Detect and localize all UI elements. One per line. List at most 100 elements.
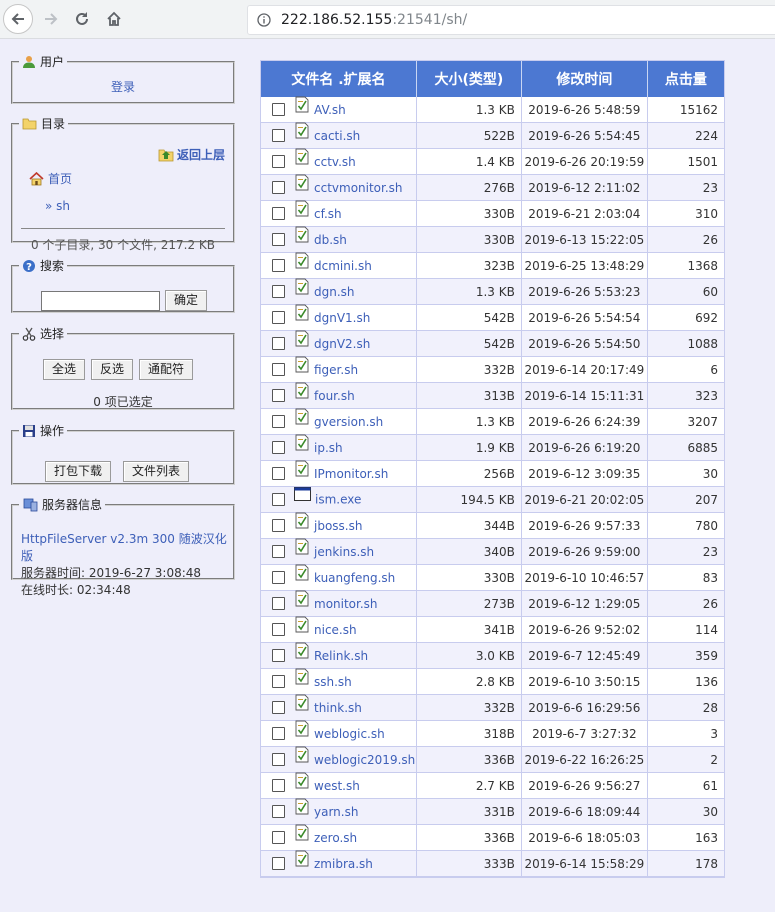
go-up-link[interactable]: 返回上层 [158, 146, 225, 163]
file-link[interactable]: weblogic2019.sh [314, 753, 415, 767]
login-link[interactable]: 登录 [111, 80, 135, 94]
table-row[interactable]: weblogic.sh 318B 2019-6-7 3:27:32 3 [261, 720, 724, 747]
row-checkbox[interactable] [272, 831, 285, 844]
header-hits[interactable]: 点击量 [647, 61, 724, 97]
file-link[interactable]: zmibra.sh [314, 857, 373, 871]
current-dir-link[interactable]: » sh [45, 199, 70, 213]
row-checkbox[interactable] [272, 779, 285, 792]
wildcard-button[interactable]: 通配符 [139, 359, 194, 380]
table-row[interactable]: dgn.sh 1.3 KB 2019-6-26 5:53:23 60 [261, 278, 724, 305]
row-checkbox[interactable] [272, 571, 285, 584]
table-row[interactable]: jboss.sh 344B 2019-6-26 9:57:33 780 [261, 512, 724, 539]
row-checkbox[interactable] [272, 233, 285, 246]
row-checkbox[interactable] [272, 207, 285, 220]
search-input[interactable] [41, 290, 160, 311]
table-row[interactable]: dcmini.sh 323B 2019-6-25 13:48:29 1368 [261, 252, 724, 279]
file-link[interactable]: think.sh [314, 701, 362, 715]
file-link[interactable]: ssh.sh [314, 675, 352, 689]
file-link[interactable]: jenkins.sh [314, 545, 374, 559]
table-row[interactable]: kuangfeng.sh 330B 2019-6-10 10:46:57 83 [261, 564, 724, 591]
row-checkbox[interactable] [272, 753, 285, 766]
file-link[interactable]: AV.sh [314, 103, 346, 117]
header-name[interactable]: 文件名 .扩展名 [261, 61, 417, 97]
row-checkbox[interactable] [272, 441, 285, 454]
table-row[interactable]: cf.sh 330B 2019-6-21 2:03:04 310 [261, 200, 724, 227]
row-checkbox[interactable] [272, 129, 285, 142]
file-link[interactable]: IPmonitor.sh [314, 467, 388, 481]
table-row[interactable]: cctv.sh 1.4 KB 2019-6-26 20:19:59 1501 [261, 148, 724, 175]
file-link[interactable]: monitor.sh [314, 597, 378, 611]
file-link[interactable]: cacti.sh [314, 129, 360, 143]
table-row[interactable]: figer.sh 332B 2019-6-14 20:17:49 6 [261, 356, 724, 383]
back-button[interactable] [3, 4, 33, 34]
table-row[interactable]: west.sh 2.7 KB 2019-6-26 9:56:27 61 [261, 772, 724, 799]
file-link[interactable]: dcmini.sh [314, 259, 372, 273]
row-checkbox[interactable] [272, 623, 285, 636]
row-checkbox[interactable] [272, 155, 285, 168]
row-checkbox[interactable] [272, 363, 285, 376]
row-checkbox[interactable] [272, 519, 285, 532]
info-icon[interactable] [257, 13, 271, 27]
table-row[interactable]: zmibra.sh 333B 2019-6-14 15:58:29 178 [261, 850, 724, 877]
server-version-link[interactable]: HttpFileServer v2.3m 300 随波汉化版 [21, 532, 227, 563]
file-list-button[interactable]: 文件列表 [123, 461, 190, 482]
row-checkbox[interactable] [272, 259, 285, 272]
row-checkbox[interactable] [272, 311, 285, 324]
row-checkbox[interactable] [272, 727, 285, 740]
file-link[interactable]: yarn.sh [314, 805, 358, 819]
file-link[interactable]: kuangfeng.sh [314, 571, 395, 585]
table-row[interactable]: AV.sh 1.3 KB 2019-6-26 5:48:59 15162 [261, 96, 724, 123]
address-bar[interactable]: 222.186.52.155:21541/sh/ [247, 5, 775, 35]
table-row[interactable]: Relink.sh 3.0 KB 2019-6-7 12:45:49 359 [261, 642, 724, 669]
file-link[interactable]: cctv.sh [314, 155, 356, 169]
table-row[interactable]: four.sh 313B 2019-6-14 15:11:31 323 [261, 382, 724, 409]
file-link[interactable]: dgn.sh [314, 285, 355, 299]
file-link[interactable]: nice.sh [314, 623, 357, 637]
row-checkbox[interactable] [272, 805, 285, 818]
row-checkbox[interactable] [272, 597, 285, 610]
row-checkbox[interactable] [272, 181, 285, 194]
file-link[interactable]: zero.sh [314, 831, 357, 845]
table-row[interactable]: zero.sh 336B 2019-6-6 18:05:03 163 [261, 824, 724, 851]
file-link[interactable]: cf.sh [314, 207, 342, 221]
home-dir-link[interactable]: 首页 [29, 170, 72, 187]
row-checkbox[interactable] [272, 467, 285, 480]
header-modified[interactable]: 修改时间 [521, 61, 648, 97]
table-row[interactable]: db.sh 330B 2019-6-13 15:22:05 26 [261, 226, 724, 253]
row-checkbox[interactable] [272, 545, 285, 558]
table-row[interactable]: dgnV1.sh 542B 2019-6-26 5:54:54 692 [261, 304, 724, 331]
row-checkbox[interactable] [272, 285, 285, 298]
file-link[interactable]: ip.sh [314, 441, 343, 455]
table-row[interactable]: monitor.sh 273B 2019-6-12 1:29:05 26 [261, 590, 724, 617]
file-link[interactable]: dgnV1.sh [314, 311, 370, 325]
select-all-button[interactable]: 全选 [43, 359, 86, 380]
reload-button[interactable] [67, 4, 97, 34]
file-link[interactable]: four.sh [314, 389, 355, 403]
row-checkbox[interactable] [272, 103, 285, 116]
file-link[interactable]: gversion.sh [314, 415, 383, 429]
table-row[interactable]: nice.sh 341B 2019-6-26 9:52:02 114 [261, 616, 724, 643]
table-row[interactable]: ssh.sh 2.8 KB 2019-6-10 3:50:15 136 [261, 668, 724, 695]
file-link[interactable]: ism.exe [315, 493, 361, 507]
table-row[interactable]: IPmonitor.sh 256B 2019-6-12 3:09:35 30 [261, 460, 724, 487]
table-row[interactable]: weblogic2019.sh 336B 2019-6-22 16:26:25 2 [261, 746, 724, 773]
table-row[interactable]: cacti.sh 522B 2019-6-26 5:54:45 224 [261, 122, 724, 149]
table-row[interactable]: ip.sh 1.9 KB 2019-6-26 6:19:20 6885 [261, 434, 724, 461]
row-checkbox[interactable] [272, 337, 285, 350]
header-size[interactable]: 大小(类型) [416, 61, 522, 97]
row-checkbox[interactable] [272, 701, 285, 714]
file-link[interactable]: Relink.sh [314, 649, 368, 663]
search-confirm-button[interactable]: 确定 [165, 290, 208, 311]
file-link[interactable]: dgnV2.sh [314, 337, 370, 351]
invert-selection-button[interactable]: 反选 [91, 359, 134, 380]
file-link[interactable]: weblogic.sh [314, 727, 385, 741]
file-link[interactable]: db.sh [314, 233, 347, 247]
table-row[interactable]: dgnV2.sh 542B 2019-6-26 5:54:50 1088 [261, 330, 724, 357]
row-checkbox[interactable] [272, 857, 285, 870]
table-row[interactable]: ism.exe 194.5 KB 2019-6-21 20:02:05 207 [261, 487, 724, 513]
file-link[interactable]: cctvmonitor.sh [314, 181, 403, 195]
file-link[interactable]: west.sh [314, 779, 360, 793]
row-checkbox[interactable] [272, 675, 285, 688]
row-checkbox[interactable] [272, 415, 285, 428]
pack-download-button[interactable]: 打包下载 [45, 461, 112, 482]
